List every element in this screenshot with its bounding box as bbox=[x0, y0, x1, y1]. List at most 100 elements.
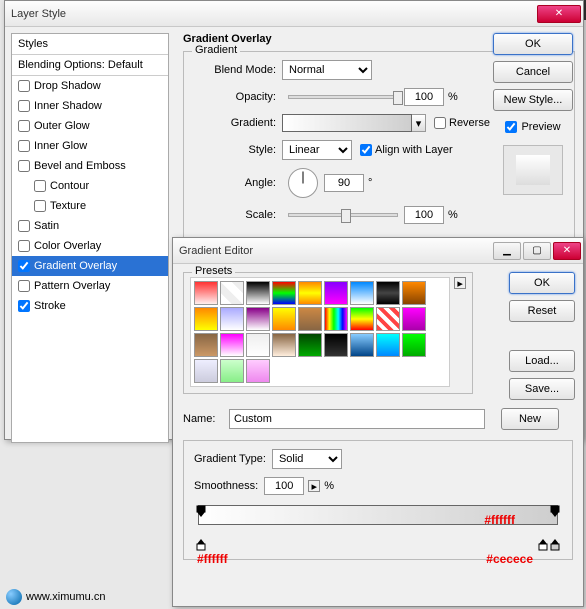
preset-swatch[interactable] bbox=[324, 307, 348, 331]
preset-swatch[interactable] bbox=[298, 333, 322, 357]
style-checkbox[interactable] bbox=[34, 180, 46, 192]
preset-swatch[interactable] bbox=[324, 333, 348, 357]
reverse-checkbox[interactable] bbox=[434, 117, 446, 129]
maximize-icon[interactable]: ▢ bbox=[523, 242, 551, 260]
preset-swatch[interactable] bbox=[298, 307, 322, 331]
new-style-button[interactable]: New Style... bbox=[493, 89, 573, 111]
style-item-satin[interactable]: Satin bbox=[12, 216, 168, 236]
preset-swatch[interactable] bbox=[220, 333, 244, 357]
style-checkbox[interactable] bbox=[18, 100, 30, 112]
preset-swatch[interactable] bbox=[376, 281, 400, 305]
scale-slider[interactable] bbox=[288, 213, 398, 217]
preset-swatch[interactable] bbox=[324, 281, 348, 305]
minimize-icon[interactable]: ▁ bbox=[493, 242, 521, 260]
smoothness-flyout-icon[interactable]: ▸ bbox=[308, 480, 320, 492]
gradient-editor-window: Gradient Editor ▁ ▢ ✕ Presets ▸ OK Reset… bbox=[172, 237, 584, 607]
gradient-type-select[interactable]: Solid bbox=[272, 449, 342, 469]
flyout-icon[interactable]: ▸ bbox=[454, 277, 466, 289]
style-item-pattern-overlay[interactable]: Pattern Overlay bbox=[12, 276, 168, 296]
preset-swatch[interactable] bbox=[246, 359, 270, 383]
style-item-stroke[interactable]: Stroke bbox=[12, 296, 168, 316]
opacity-stop-right[interactable] bbox=[550, 505, 560, 517]
chevron-down-icon[interactable]: ▾ bbox=[412, 114, 426, 132]
layer-style-titlebar[interactable]: Layer Style ✕ bbox=[5, 1, 583, 27]
preset-swatch[interactable] bbox=[350, 281, 374, 305]
opacity-input[interactable] bbox=[404, 88, 444, 106]
angle-dial[interactable] bbox=[288, 168, 318, 198]
preset-swatch[interactable] bbox=[194, 281, 218, 305]
style-item-inner-shadow[interactable]: Inner Shadow bbox=[12, 96, 168, 116]
ge-load-button[interactable]: Load... bbox=[509, 350, 575, 372]
style-checkbox[interactable] bbox=[18, 260, 30, 272]
preset-swatch[interactable] bbox=[246, 281, 270, 305]
color-stop-right-2[interactable] bbox=[550, 539, 560, 551]
style-checkbox[interactable] bbox=[18, 300, 30, 312]
style-label: Style: bbox=[194, 144, 276, 156]
ge-reset-button[interactable]: Reset bbox=[509, 300, 575, 322]
preset-swatch[interactable] bbox=[220, 307, 244, 331]
globe-icon bbox=[6, 589, 22, 605]
preset-swatch[interactable] bbox=[350, 333, 374, 357]
preset-swatch[interactable] bbox=[194, 333, 218, 357]
cancel-button[interactable]: Cancel bbox=[493, 61, 573, 83]
preset-swatch[interactable] bbox=[194, 359, 218, 383]
preset-swatch[interactable] bbox=[272, 307, 296, 331]
preset-swatch[interactable] bbox=[402, 281, 426, 305]
style-checkbox[interactable] bbox=[18, 240, 30, 252]
preset-swatch[interactable] bbox=[194, 307, 218, 331]
gradient-editor-title: Gradient Editor bbox=[179, 245, 253, 257]
name-input[interactable] bbox=[229, 409, 485, 429]
ok-button[interactable]: OK bbox=[493, 33, 573, 55]
color-stop-left[interactable] bbox=[196, 539, 206, 551]
style-item-bevel-and-emboss[interactable]: Bevel and Emboss bbox=[12, 156, 168, 176]
smoothness-input[interactable] bbox=[264, 477, 304, 495]
close-icon[interactable]: ✕ bbox=[553, 242, 581, 260]
color-stop-right-1[interactable] bbox=[538, 539, 548, 551]
style-item-outer-glow[interactable]: Outer Glow bbox=[12, 116, 168, 136]
style-select[interactable]: Linear bbox=[282, 140, 352, 160]
close-icon[interactable]: ✕ bbox=[537, 5, 581, 23]
opacity-label: Opacity: bbox=[194, 91, 276, 103]
preset-swatch[interactable] bbox=[402, 307, 426, 331]
preset-swatch[interactable] bbox=[246, 333, 270, 357]
preset-swatch[interactable] bbox=[376, 307, 400, 331]
preset-swatch[interactable] bbox=[376, 333, 400, 357]
align-checkbox[interactable] bbox=[360, 144, 372, 156]
style-checkbox[interactable] bbox=[18, 140, 30, 152]
style-checkbox[interactable] bbox=[18, 220, 30, 232]
presets-legend: Presets bbox=[192, 265, 235, 277]
style-item-label: Inner Shadow bbox=[34, 100, 102, 112]
preset-swatch[interactable] bbox=[350, 307, 374, 331]
styles-header[interactable]: Styles bbox=[12, 34, 168, 55]
scale-input[interactable] bbox=[404, 206, 444, 224]
preset-swatch[interactable] bbox=[246, 307, 270, 331]
style-checkbox[interactable] bbox=[18, 160, 30, 172]
style-checkbox[interactable] bbox=[18, 120, 30, 132]
preset-swatch[interactable] bbox=[298, 281, 322, 305]
blend-mode-select[interactable]: Normal bbox=[282, 60, 372, 80]
style-checkbox[interactable] bbox=[18, 280, 30, 292]
style-checkbox[interactable] bbox=[34, 200, 46, 212]
preset-swatch[interactable] bbox=[402, 333, 426, 357]
preset-swatch[interactable] bbox=[220, 281, 244, 305]
ge-ok-button[interactable]: OK bbox=[509, 272, 575, 294]
style-item-inner-glow[interactable]: Inner Glow bbox=[12, 136, 168, 156]
opacity-stop-left[interactable] bbox=[196, 505, 206, 517]
preset-swatch[interactable] bbox=[220, 359, 244, 383]
style-item-color-overlay[interactable]: Color Overlay bbox=[12, 236, 168, 256]
ge-new-button[interactable]: New bbox=[501, 408, 559, 430]
gradient-editor-titlebar[interactable]: Gradient Editor ▁ ▢ ✕ bbox=[173, 238, 583, 264]
style-checkbox[interactable] bbox=[18, 80, 30, 92]
blending-options-default[interactable]: Blending Options: Default bbox=[12, 55, 168, 76]
angle-input[interactable] bbox=[324, 174, 364, 192]
style-item-texture[interactable]: Texture bbox=[12, 196, 168, 216]
ge-save-button[interactable]: Save... bbox=[509, 378, 575, 400]
style-item-contour[interactable]: Contour bbox=[12, 176, 168, 196]
opacity-slider[interactable] bbox=[288, 95, 398, 99]
preview-checkbox[interactable] bbox=[505, 121, 517, 133]
style-item-gradient-overlay[interactable]: Gradient Overlay bbox=[12, 256, 168, 276]
preset-swatch[interactable] bbox=[272, 333, 296, 357]
preset-swatch[interactable] bbox=[272, 281, 296, 305]
style-item-drop-shadow[interactable]: Drop Shadow bbox=[12, 76, 168, 96]
gradient-swatch[interactable] bbox=[282, 114, 412, 132]
